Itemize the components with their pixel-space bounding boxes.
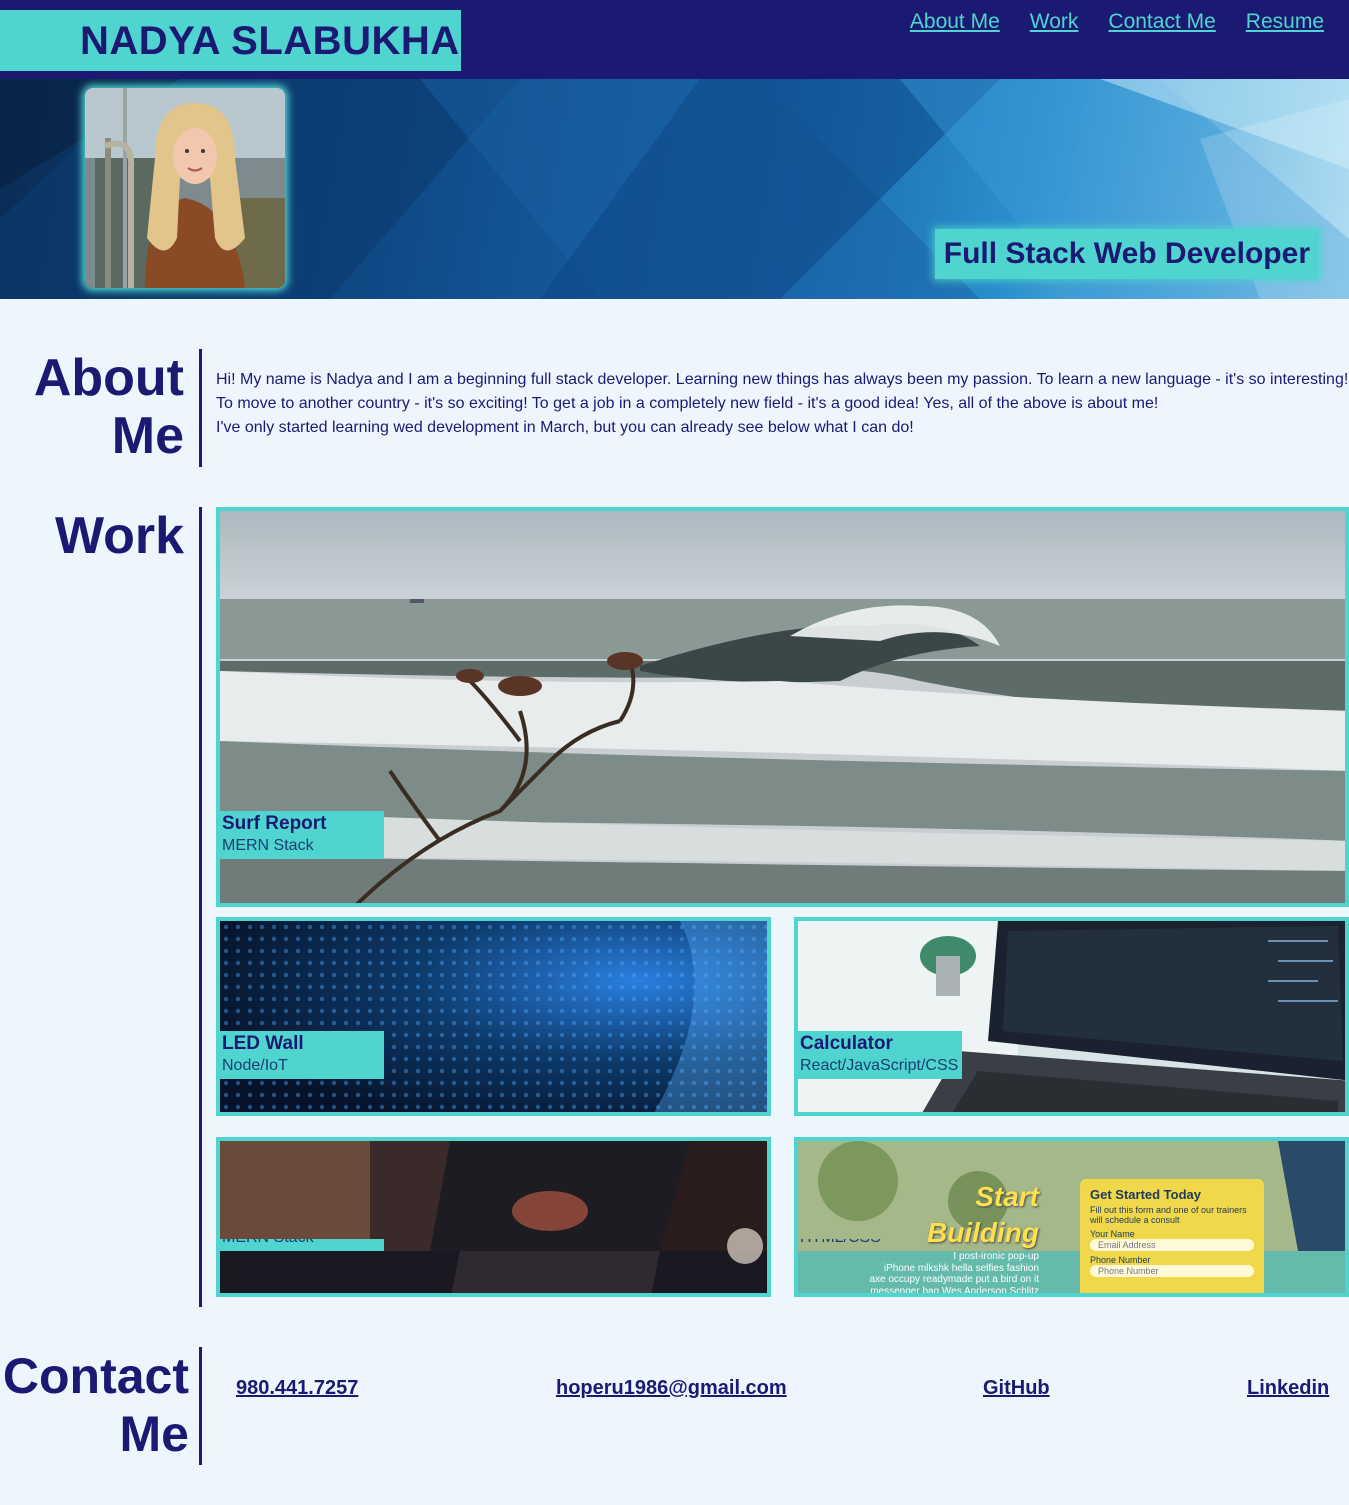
work-heading: Work <box>54 507 184 565</box>
fitness-form-label: Phone Number <box>1090 1255 1151 1265</box>
name-banner: NADYA SLABUKHA <box>0 10 461 71</box>
project-label: Calculator React/JavaScript/CSS <box>798 1031 962 1079</box>
email-link[interactable]: hoperu1986@gmail.com <box>556 1377 787 1400</box>
project-stack: HTML/CSS <box>800 1239 960 1249</box>
fitness-lorem: I post-ironic pop-up iPhone mlkshk hella… <box>869 1251 1039 1297</box>
project-title: Calculator <box>800 1033 893 1054</box>
nav-about-me[interactable]: About Me <box>910 10 1000 34</box>
nav-contact-me[interactable]: Contact Me <box>1108 10 1215 34</box>
project-card-calculator[interactable]: Calculator React/JavaScript/CSS <box>794 917 1349 1116</box>
project-label: MERN Stack <box>220 1239 384 1251</box>
project-label: HTML/CSS <box>798 1239 962 1251</box>
about-text: Hi! My name is Nadya and I am a beginnin… <box>216 368 1349 440</box>
about-heading: About Me <box>34 349 184 465</box>
project-title: LED Wall <box>222 1033 304 1054</box>
project-card-fitness[interactable]: Start Building I post-ironic pop-up iPho… <box>794 1137 1349 1297</box>
site-header: NADYA SLABUKHA About Me Work Contact Me … <box>0 0 1349 79</box>
fitness-lorem-line: iPhone mlkshk hella selfies fashion <box>883 1262 1039 1274</box>
job-title-badge: Full Stack Web Developer <box>934 229 1319 279</box>
fitness-form-desc: will schedule a consult <box>1090 1215 1180 1225</box>
calculator-image <box>798 921 1345 1112</box>
fitness-email-field: Email Address <box>1090 1239 1254 1251</box>
fitness-form: Get Started Today Fill out this form and… <box>1080 1179 1264 1293</box>
profile-photo-image <box>85 88 285 288</box>
project-title: Surf Report <box>222 813 327 834</box>
fitness-lorem-line: axe occupy readymade put a bird on it <box>869 1274 1039 1285</box>
work-divider <box>199 507 202 1307</box>
phone-link[interactable]: 980.441.7257 <box>236 1377 358 1400</box>
laptop-image <box>220 1141 767 1293</box>
contact-heading-line1: Contact <box>2 1348 189 1404</box>
contact-heading: Contact Me <box>3 1347 189 1463</box>
project-stack: Node/IoT <box>222 1057 288 1074</box>
project-card-surf-report[interactable]: Surf Report MERN Stack <box>216 507 1349 907</box>
about-heading-line1: About <box>33 349 184 407</box>
project-stack: React/JavaScript/CSS <box>800 1057 959 1074</box>
github-link[interactable]: GitHub <box>983 1377 1050 1400</box>
about-heading-line2: Me <box>111 407 184 465</box>
project-stack: MERN Stack <box>222 1239 382 1249</box>
project-stack: MERN Stack <box>222 837 314 854</box>
project-label: LED Wall Node/IoT <box>220 1031 384 1079</box>
fitness-form-label: Your Name <box>1090 1229 1135 1239</box>
site-name: NADYA SLABUKHA <box>80 19 460 63</box>
main-nav: About Me Work Contact Me Resume <box>880 10 1324 34</box>
fitness-headline-line1: Start <box>975 1181 1039 1212</box>
fitness-form-title: Get Started Today <box>1090 1187 1202 1202</box>
about-divider <box>199 349 202 467</box>
fitness-lorem-line: I post-ironic pop-up <box>953 1251 1039 1262</box>
hero-banner: Full Stack Web Developer <box>0 79 1349 299</box>
led-wall-image <box>220 921 767 1112</box>
fitness-form-desc: Fill out this form and one of our traine… <box>1090 1205 1247 1215</box>
project-card-led-wall[interactable]: LED Wall Node/IoT <box>216 917 771 1116</box>
profile-photo <box>85 88 285 288</box>
about-paragraph: To move to another country - it's so exc… <box>216 395 1159 412</box>
fitness-phone-field: Phone Number <box>1090 1265 1254 1277</box>
nav-work[interactable]: Work <box>1030 10 1079 34</box>
fitness-lorem-line: messenger bag Wes Anderson Schlitz <box>870 1285 1039 1297</box>
nav-resume[interactable]: Resume <box>1246 10 1324 34</box>
contact-heading-line2: Me <box>119 1406 189 1462</box>
contact-divider <box>199 1347 202 1465</box>
about-paragraph: Hi! My name is Nadya and I am a beginnin… <box>216 371 1349 388</box>
project-label: Surf Report MERN Stack <box>220 811 384 859</box>
about-paragraph: I've only started learning wed developme… <box>216 419 914 436</box>
linkedin-link[interactable]: Linkedin <box>1247 1377 1329 1400</box>
project-card-mern[interactable]: MERN Stack <box>216 1137 771 1297</box>
surf-report-image <box>220 511 1345 903</box>
